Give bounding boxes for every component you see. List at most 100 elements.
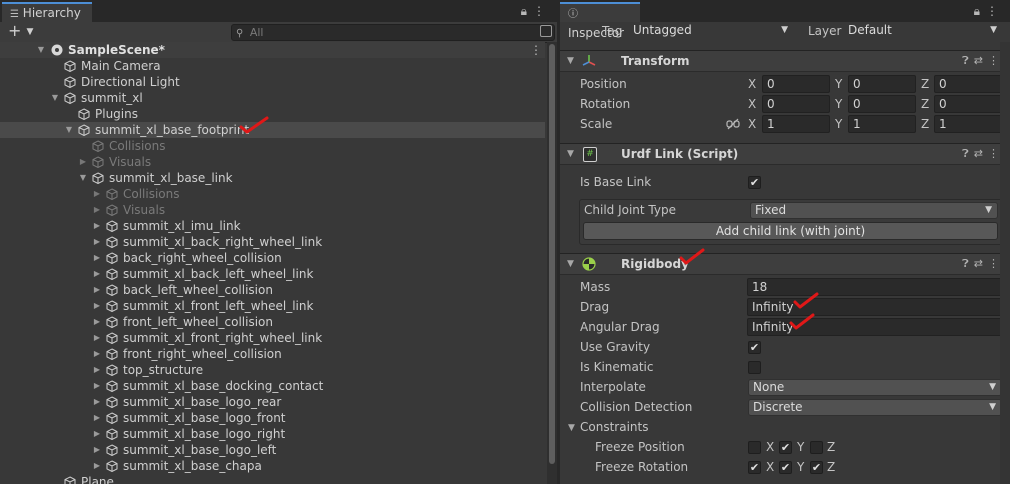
scale-x-field[interactable]: 1 [762,115,830,133]
preset-icon[interactable]: ⇄ [974,257,988,270]
chevron-down-icon[interactable]: ▼ [567,51,574,71]
list-item[interactable]: ▶ summit_xl_base_logo_left [0,442,545,458]
inspector-scrollbar[interactable] [1000,42,1010,484]
chevron-right-icon[interactable]: ▶ [92,266,102,282]
chevron-down-icon[interactable]: ▼ [64,122,74,138]
chevron-right-icon[interactable]: ▶ [92,298,102,314]
more-menu-icon[interactable]: ⋮ [986,4,1004,18]
list-item[interactable]: ▶ summit_xl_front_left_wheel_link [0,298,545,314]
preset-icon[interactable]: ⇄ [974,54,988,67]
transform-header[interactable]: ▼ Transform ❓︎⇄⋮ [560,50,1010,72]
chevron-down-icon[interactable]: ▼ [568,423,575,433]
drag-field[interactable]: Infinity [747,298,1002,316]
chevron-right-icon[interactable]: ▶ [92,218,102,234]
list-item[interactable]: ▶ summit_xl_base_logo_front [0,410,545,426]
freeze-position-x-checkbox[interactable] [748,441,761,454]
hierarchy-search-field[interactable]: ⚲ All [231,24,555,41]
rotation-z-field[interactable]: 0 [934,95,1002,113]
is-kinematic-checkbox[interactable] [748,361,761,374]
list-item[interactable]: ▶ summit_xl_base_docking_contact [0,378,545,394]
list-item[interactable]: Main Camera [0,58,545,74]
child-joint-type-dropdown[interactable]: Fixed ▼ [750,202,998,219]
chevron-right-icon[interactable]: ▶ [92,282,102,298]
list-item[interactable]: ▶ front_right_wheel_collision [0,346,545,362]
list-item[interactable]: ▶ Visuals [0,202,545,218]
chevron-right-icon[interactable]: ▶ [92,362,102,378]
chevron-right-icon[interactable]: ▶ [92,426,102,442]
list-item[interactable]: ▶ summit_xl_imu_link [0,218,545,234]
help-icon[interactable]: ❓︎ [962,147,974,160]
more-menu-icon[interactable]: ⋮ [533,4,551,18]
chevron-down-icon[interactable]: ▼ [78,170,88,186]
chevron-right-icon[interactable]: ▶ [92,442,102,458]
mass-field[interactable]: 18 [747,278,1002,296]
list-item[interactable]: ▼ SampleScene* ⋮ [0,42,545,58]
scale-z-field[interactable]: 1 [934,115,1002,133]
interpolate-dropdown[interactable]: None ▼ [748,379,1002,396]
position-x-field[interactable]: 0 [762,75,830,93]
chevron-right-icon[interactable]: ▶ [92,202,102,218]
freeze-rotation-z-checkbox[interactable]: ✔ [810,461,823,474]
rigidbody-header[interactable]: ▼ Rigidbody ❓︎⇄⋮ [560,248,1010,275]
chevron-right-icon[interactable]: ▶ [92,250,102,266]
help-icon[interactable]: ❓︎ [962,257,974,270]
list-item[interactable]: ▶ Visuals [0,154,545,170]
list-item[interactable]: Directional Light [0,74,545,90]
help-icon[interactable]: ❓︎ [962,54,974,67]
rotation-x-field[interactable]: 0 [762,95,830,113]
lock-icon[interactable]: 🔒︎ [521,4,533,18]
chevron-right-icon[interactable]: ▶ [92,378,102,394]
layer-dropdown[interactable]: Default ▼ [844,23,1002,40]
chevron-right-icon[interactable]: ▶ [92,186,102,202]
is-base-link-checkbox[interactable]: ✔ [748,176,761,189]
chevron-right-icon[interactable]: ▶ [92,410,102,426]
search-options-icon[interactable] [540,25,552,37]
list-item[interactable]: ▶ summit_xl_base_logo_right [0,426,545,442]
list-item[interactable]: ▶ summit_xl_back_left_wheel_link [0,266,545,282]
collision-detection-dropdown[interactable]: Discrete ▼ [748,399,1002,416]
freeze-rotation-x-checkbox[interactable]: ✔ [748,461,761,474]
angular-drag-field[interactable]: Infinity [747,318,1002,336]
list-item[interactable]: Plane [0,474,545,484]
chevron-right-icon[interactable]: ▶ [92,394,102,410]
chevron-down-icon[interactable]: ▼ [50,90,60,106]
more-menu-icon[interactable]: ⋮ [530,42,542,58]
freeze-position-z-checkbox[interactable] [810,441,823,454]
chevron-right-icon[interactable]: ▶ [92,330,102,346]
list-item[interactable]: ▼ summit_xl_base_link [0,170,545,186]
list-item[interactable]: Collisions [0,138,545,154]
add-child-link-button[interactable]: Add child link (with joint) [583,222,998,240]
tab-inspector[interactable]: ⓘ Inspector [560,2,640,40]
list-item[interactable]: ▶ summit_xl_back_right_wheel_link [0,234,545,250]
list-item[interactable]: ▶ top_structure [0,362,545,378]
position-y-field[interactable]: 0 [848,75,916,93]
hierarchy-scrollbar-thumb[interactable] [549,44,555,464]
freeze-position-y-checkbox[interactable]: ✔ [779,441,792,454]
chevron-right-icon[interactable]: ▶ [92,346,102,362]
tag-dropdown[interactable]: Untagged ▼ [629,23,793,40]
list-item[interactable]: ▶ summit_xl_base_logo_rear [0,394,545,410]
list-item-selected[interactable]: ▼ summit_xl_base_footprint [0,116,545,138]
rotation-y-field[interactable]: 0 [848,95,916,113]
list-item[interactable]: ▶ summit_xl_base_chapa [0,458,545,474]
preset-icon[interactable]: ⇄ [974,147,988,160]
list-item[interactable]: ▶ back_left_wheel_collision [0,282,545,298]
chevron-right-icon[interactable]: ▶ [92,234,102,250]
list-item[interactable]: Plugins [0,106,545,122]
list-item[interactable]: ▶ Collisions [0,186,545,202]
list-item[interactable]: ▶ front_left_wheel_collision [0,314,545,330]
chevron-down-icon[interactable]: ▼ [36,42,46,58]
scale-y-field[interactable]: 1 [848,115,916,133]
lock-icon[interactable]: 🔒︎ [974,4,986,18]
chevron-right-icon[interactable]: ▶ [78,154,88,170]
list-item[interactable]: ▼ summit_xl [0,90,545,106]
list-item[interactable]: ▶ summit_xl_front_right_wheel_link [0,330,545,346]
list-item[interactable]: ▶ back_right_wheel_collision [0,250,545,266]
chevron-down-icon[interactable]: ▼ [567,144,574,164]
urdf-link-header[interactable]: ▼ # Urdf Link (Script) ❓︎⇄⋮ [560,143,1010,165]
position-z-field[interactable]: 0 [934,75,1002,93]
unlinked-scale-icon[interactable] [726,118,740,130]
freeze-rotation-y-checkbox[interactable]: ✔ [779,461,792,474]
use-gravity-checkbox[interactable]: ✔ [748,341,761,354]
chevron-right-icon[interactable]: ▶ [92,314,102,330]
